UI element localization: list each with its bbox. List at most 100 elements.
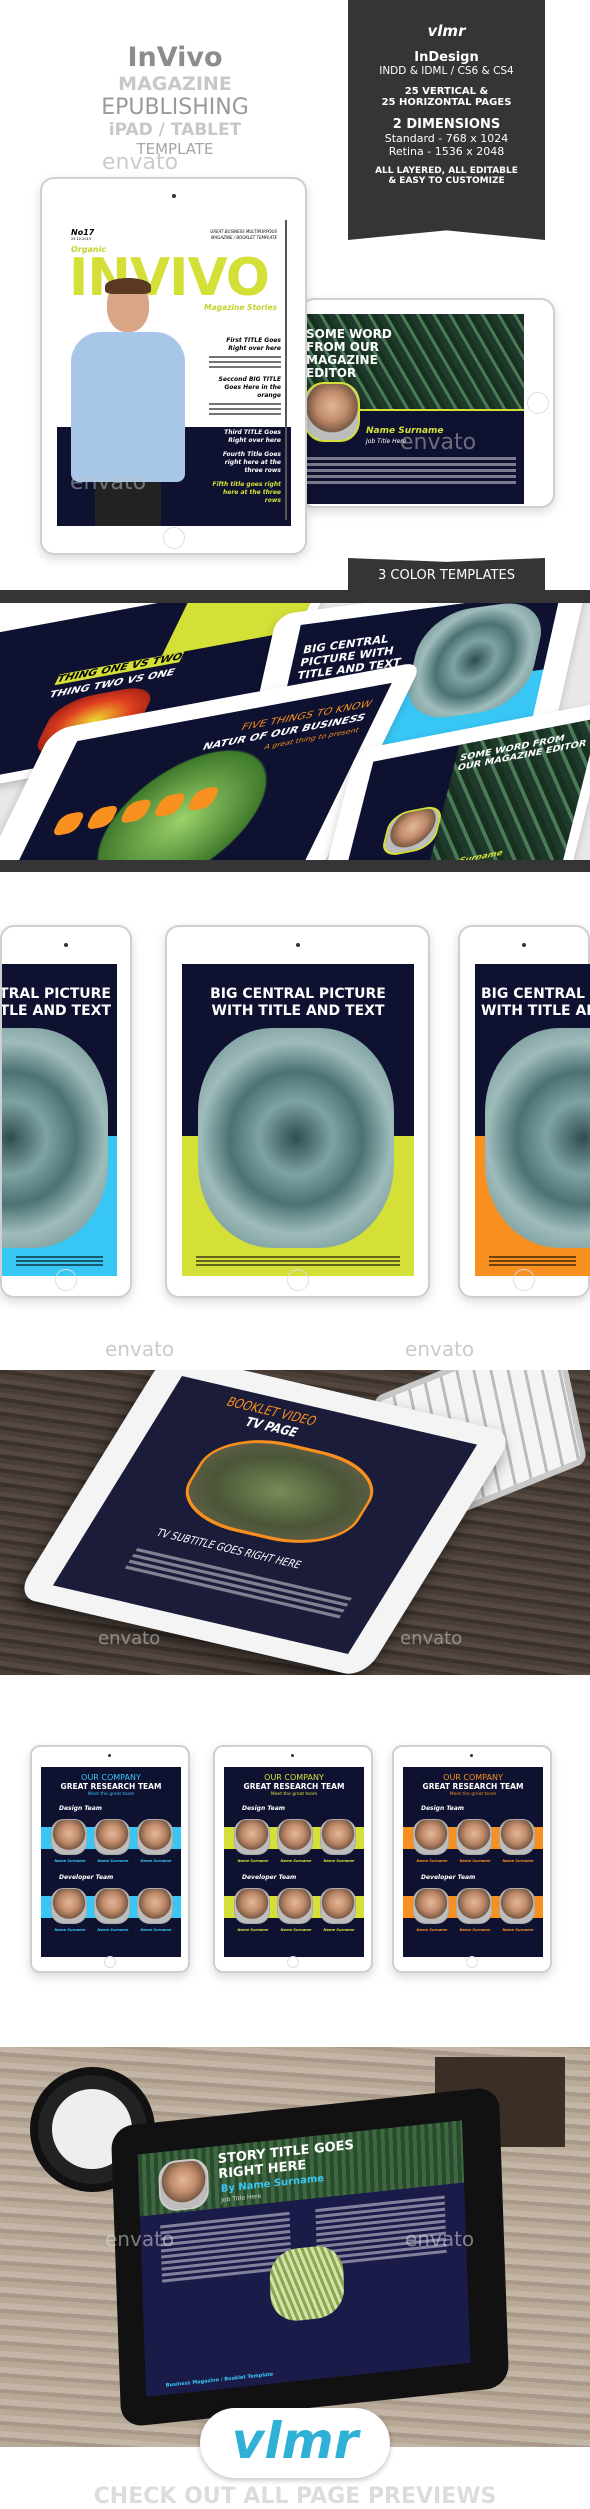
info-pages: 25 VERTICAL & [404, 86, 489, 97]
tablet-central-orange: BIG CENTRAL PICTURE WITH TITLE AND TEXT [458, 925, 590, 1298]
succulent-photo [2, 1028, 108, 1248]
team-section-label: Design Team [59, 1805, 103, 1812]
info-edit: ALL LAYERED, ALL EDITABLE [375, 166, 518, 176]
tablet-story: STORY TITLE GOES RIGHT HERE By Name Surn… [110, 2086, 510, 2428]
hero-title: InVivo [127, 42, 223, 73]
color-templates-ribbon: 3 COLOR TEMPLATES [348, 558, 545, 590]
central-page: BIG CENTRAL PICTURE WITH TITLE AND TEXT [475, 964, 590, 1276]
team-member-photo [94, 1888, 130, 1924]
team-member-photo [499, 1819, 535, 1855]
headline: Fourth Title Goes right here at the thre… [222, 451, 281, 474]
team-member-photo [51, 1819, 87, 1855]
issue-date: 25.12.2015 [71, 237, 92, 241]
team-member-photo [137, 1819, 173, 1855]
tv-page: BOOKLET VIDEO TV PAGE TV SUBTITLE GOES R… [52, 1376, 478, 1654]
team-subtitle: Meet the great team [449, 1792, 497, 1797]
envato-watermark: envato [400, 430, 477, 455]
team-section-label: Developer Team [421, 1874, 476, 1881]
central-page: BIG CENTRAL PICTURE WITH TITLE AND TEXT [2, 964, 117, 1276]
vlmr-logo: vlmr [427, 22, 466, 40]
team-member-photo [137, 1888, 173, 1924]
team-member-photo [51, 1888, 87, 1924]
hero-title-block: InVivo MAGAZINE EPUBLISHING iPAD / TABLE… [60, 42, 290, 158]
team-title: OUR COMPANY [443, 1773, 503, 1782]
cta-text[interactable]: CHECK OUT ALL PAGE PREVIEWS [0, 2484, 590, 2509]
envato-watermark: envato [98, 1628, 161, 1649]
team-page: OUR COMPANY GREAT RESEARCH TEAM Meet the… [41, 1767, 181, 1957]
team-member-photo [277, 1888, 313, 1924]
team-member-name: Name Surname [97, 1928, 129, 1932]
team-member-photo [456, 1888, 492, 1924]
cover-subtitle: Magazine Stories [204, 303, 277, 312]
team-title: OUR COMPANY [264, 1773, 324, 1782]
headline: First TITLE Goes Right over here [226, 337, 281, 352]
envato-watermark: envato [70, 470, 147, 495]
central-title: WITH TITLE AND TEXT [2, 1003, 111, 1019]
central-title: BIG CENTRAL PICTURE [481, 986, 590, 1002]
cover-headlines: First TITLE Goes Right over here Seccond… [209, 337, 281, 505]
envato-watermark: envato [105, 2227, 175, 2251]
perspective-showcase: THING ONE VS TWO THING TWO VS ONE BIG CE… [0, 603, 590, 860]
tablet-central-blue: BIG CENTRAL PICTURE WITH TITLE AND TEXT [0, 925, 132, 1298]
central-title: WITH TITLE AND TEXT [481, 1003, 590, 1019]
issue-number: No17 [71, 228, 95, 237]
cover-tagline: GREAT BUSINESS MULTIPURPOUS [210, 229, 277, 234]
headline: Fifth title goes right here at the three… [212, 481, 281, 504]
info-software: InDesign [414, 50, 479, 65]
team-subtitle: Meet the great team [270, 1792, 318, 1797]
info-edit: & EASY TO CUSTOMIZE [388, 176, 505, 186]
team-member-photo [320, 1888, 356, 1924]
hero-line: MAGAZINE [118, 73, 232, 95]
team-subtitle: Meet the great team [87, 1792, 135, 1797]
team-member-name: Name Surname [416, 1859, 448, 1863]
vlmr-logo-text: vlmr [231, 2412, 359, 2470]
central-title: WITH TITLE AND TEXT [211, 1003, 385, 1019]
team-member-name: Name Surname [502, 1928, 534, 1932]
hero-line: EPUBLISHING [101, 95, 249, 120]
editor-photo [304, 382, 360, 442]
central-title: BIG CENTRAL PICTURE [210, 986, 386, 1002]
tablet-cover: No17 25.12.2015 GREAT BUSINESS MULTIPURP… [40, 177, 307, 555]
team-member-name: Name Surname [323, 1928, 355, 1932]
team-member-photo [234, 1888, 270, 1924]
team-member-name: Name Surname [97, 1859, 129, 1863]
tablet-team-lime: OUR COMPANY GREAT RESEARCH TEAM Meet the… [213, 1745, 373, 1973]
envato-watermark: envato [102, 150, 179, 175]
info-retina: Retina - 1536 x 2048 [388, 145, 505, 158]
team-section-label: Design Team [421, 1805, 465, 1812]
team-member-name: Name Surname [140, 1859, 172, 1863]
succulent-photo [198, 1028, 394, 1248]
team-member-photo [413, 1888, 449, 1924]
team-member-photo [234, 1819, 270, 1855]
tablet-landscape: SOME WORD FROM OUR MAGAZINE EDITOR Name … [300, 298, 555, 508]
team-member-name: Name Surname [237, 1928, 269, 1932]
team-member-name: Name Surname [280, 1928, 312, 1932]
info-formats: INDD & IDML / CS6 & CS4 [379, 65, 514, 77]
editor-page: SOME WORD FROM OUR MAGAZINE EDITOR Name … [302, 314, 524, 504]
team-member-name: Name Surname [323, 1859, 355, 1863]
central-page: BIG CENTRAL PICTURE WITH TITLE AND TEXT [182, 964, 414, 1276]
team-member-name: Name Surname [237, 1859, 269, 1863]
story-page: STORY TITLE GOES RIGHT HERE By Name Surn… [137, 2120, 471, 2397]
team-section-label: Developer Team [59, 1874, 114, 1881]
team-member-photo [277, 1819, 313, 1855]
central-title: BIG CENTRAL PICTURE [2, 986, 111, 1002]
vlmr-logo-large: vlmr [200, 2408, 390, 2478]
info-dims: 2 DIMENSIONS [392, 117, 501, 132]
team-section-label: Developer Team [242, 1874, 297, 1881]
team-member-name: Name Surname [54, 1928, 86, 1932]
info-ribbon: vlmr InDesign INDD & IDML / CS6 & CS4 25… [348, 0, 545, 240]
team-member-name: Name Surname [54, 1859, 86, 1863]
team-member-photo [94, 1819, 130, 1855]
succulent-photo [485, 1028, 590, 1248]
team-member-name: Name Surname [140, 1928, 172, 1932]
wood-desk-photo: BOOKLET VIDEO TV PAGE TV SUBTITLE GOES R… [0, 1370, 590, 1675]
desk-hands-photo: STORY TITLE GOES RIGHT HERE By Name Surn… [0, 2047, 590, 2447]
team-title: GREAT RESEARCH TEAM [422, 1782, 524, 1791]
cover-tagline: MAGAZINE / BOOKLET TEMPLATE [211, 235, 277, 240]
team-member-name: Name Surname [416, 1928, 448, 1932]
team-member-photo [456, 1819, 492, 1855]
envato-watermark: envato [405, 1337, 475, 1361]
info-pages: 25 HORIZONTAL PAGES [381, 97, 512, 108]
envato-watermark: envato [400, 1628, 463, 1649]
